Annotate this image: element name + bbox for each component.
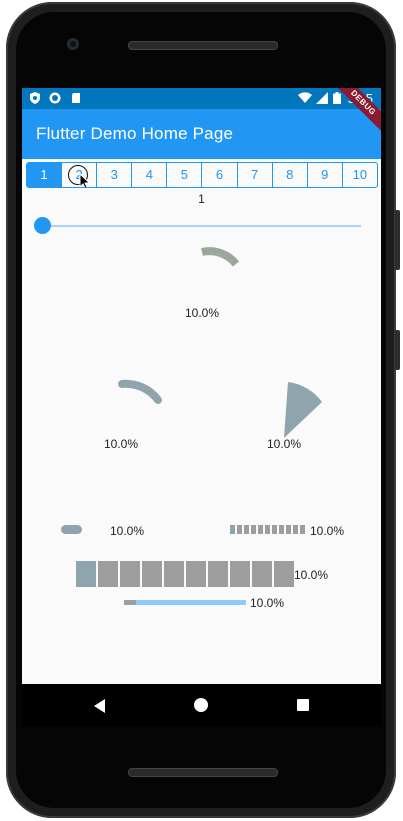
linear-progress-fill (124, 600, 137, 605)
mouse-cursor-icon (79, 173, 91, 187)
pill-progress (61, 525, 82, 534)
tab-6[interactable]: 6 (202, 163, 238, 187)
battery-icon (333, 92, 341, 104)
big-segmented-percent: 10.0% (294, 568, 329, 582)
left-arc-percent: 10.0% (104, 437, 139, 451)
tab-3[interactable]: 3 (97, 163, 133, 187)
tab-9[interactable]: 9 (308, 163, 343, 187)
signal-icon (316, 92, 328, 104)
wifi-icon (298, 92, 312, 103)
small-segmented-percent: 10.0% (310, 524, 345, 538)
linear-progress-bar (124, 600, 246, 605)
circle-icon (49, 92, 61, 104)
tab-2[interactable]: 2 (62, 163, 98, 187)
app-screen: 5:25 Flutter Demo Home Page DEBUG 1 2 3 … (22, 88, 381, 684)
power-button (395, 330, 400, 370)
top-speaker (128, 41, 278, 50)
tab-7[interactable]: 7 (238, 163, 273, 187)
big-segmented-progress (76, 561, 294, 587)
back-triangle-icon[interactable] (94, 699, 105, 713)
shield-icon (30, 92, 40, 104)
number-tab-bar: 1 2 3 4 5 6 7 8 9 10 (26, 162, 378, 188)
left-arc-progress (118, 379, 162, 404)
tab-4[interactable]: 4 (132, 163, 168, 187)
app-bar: Flutter Demo Home Page (22, 109, 381, 159)
linear-percent: 10.0% (250, 596, 285, 610)
top-arc-percent: 10.0% (185, 306, 220, 320)
tab-5[interactable]: 5 (167, 163, 203, 187)
tab-10[interactable]: 10 (343, 163, 377, 187)
page-title: Flutter Demo Home Page (36, 124, 234, 143)
bottom-speaker (128, 768, 278, 777)
home-circle-icon[interactable] (194, 698, 208, 712)
recent-square-icon[interactable] (297, 699, 309, 711)
tab-8[interactable]: 8 (273, 163, 308, 187)
tab-1[interactable]: 1 (27, 163, 63, 187)
small-segmented-progress (230, 525, 305, 534)
sd-card-icon (72, 93, 80, 103)
slider-thumb[interactable] (34, 217, 51, 234)
volume-button (395, 210, 400, 270)
android-nav-bar (22, 684, 381, 726)
status-bar: 5:25 (22, 88, 381, 109)
pill-percent: 10.0% (110, 524, 145, 538)
slider-value-label: 1 (198, 192, 205, 206)
slider-track[interactable] (40, 225, 361, 227)
front-camera (67, 38, 79, 50)
right-pie-percent: 10.0% (267, 437, 302, 451)
